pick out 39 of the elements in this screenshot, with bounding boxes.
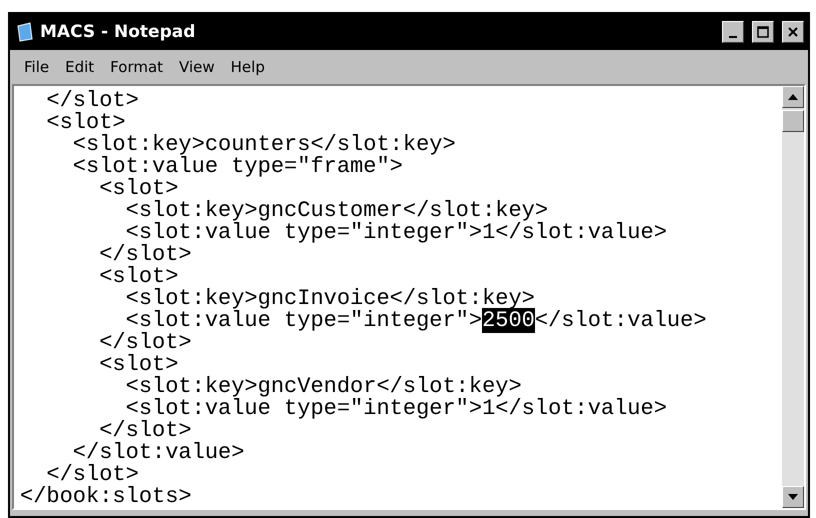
scrollbar[interactable] [782,86,804,508]
menu-item[interactable]: Edit [59,58,100,76]
text-line: <slot:key>gncInvoice</slot:key> [124,288,536,310]
text-line: </slot> [98,332,193,354]
down-arrow-icon [788,494,798,500]
minimize-icon [729,36,737,38]
text-line: </slot> [45,90,140,112]
text-line: <slot:key>gncCustomer</slot:key> [124,200,548,222]
text-line: <slot:value type="frame"> [72,156,403,178]
text-line: <slot> [98,354,178,376]
text-line: </slot> [46,464,139,486]
text-line: </slot> [99,420,192,442]
text-line: <slot:value type="integer">2500</slot:value> [126,310,708,332]
text-line: <slot:key>counters</slot:key> [72,134,457,156]
text-line: <slot> [45,112,126,134]
scroll-down-button[interactable] [782,486,804,508]
text-line: <slot:key>gncVendor</slot:key> [124,376,522,398]
minimize-button[interactable] [722,21,744,43]
maximize-button[interactable] [752,21,774,43]
scroll-up-button[interactable] [782,86,804,108]
window-title: MACS - Notepad [40,22,196,42]
menu-item[interactable]: Format [104,58,170,76]
text-area[interactable] [12,84,806,510]
maximize-icon [757,26,769,38]
text-line: <slot:value type="integer">1</slot:value> [126,222,668,244]
menu-item[interactable]: File [18,58,56,76]
close-button[interactable] [782,21,804,43]
menu-item[interactable]: Help [224,58,271,76]
close-icon [787,26,799,38]
notepad-icon [16,22,34,42]
text-line: </slot:value> [72,442,246,464]
text-line: <slot> [98,178,178,200]
menu-item[interactable]: View [173,58,221,76]
scroll-thumb[interactable] [782,110,804,132]
text-line: </slot> [98,244,193,266]
text-line: </book:slots> [20,486,193,508]
text-line: <slot:value type="integer">1</slot:value> [126,398,668,420]
up-arrow-icon [788,94,798,100]
text-line: <slot> [98,266,178,288]
